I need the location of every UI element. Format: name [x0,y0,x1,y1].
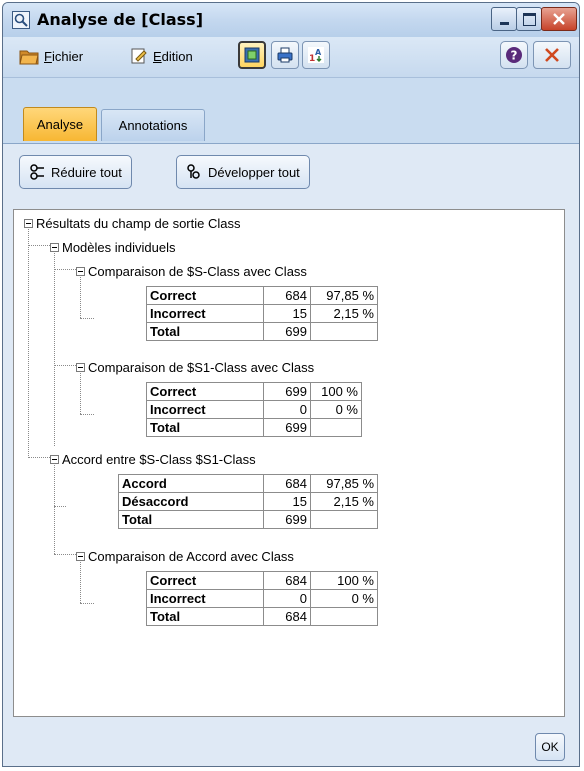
collapse-node-icon[interactable] [76,267,85,276]
tree-connector [54,554,76,555]
table-row: Incorrect 0 0 % [146,589,378,608]
maximize-icon [522,12,536,26]
command-row: Réduire tout Développer tout [11,151,571,199]
generate-button[interactable] [238,41,266,69]
close-icon [545,48,559,62]
agreement-table: Accord 684 97,85 % Désaccord 15 2,15 % Total… [118,474,378,529]
expand-all-button[interactable]: Développer tout [176,155,310,189]
comparison-s-table: Correct 684 97,85 % Incorrect 15 2,15 % Tota… [146,286,378,341]
tree-connector [28,226,29,458]
svg-text:A: A [315,48,322,57]
tab-analyse[interactable]: Analyse [23,107,97,141]
tree-connector [54,462,55,554]
menu-toolbar: Fichier Edition 1A ? [3,37,579,78]
comparison-accord-table: Correct 684 100 % Incorrect 0 0 % Total 684 [146,571,378,626]
folder-icon [19,50,39,65]
tree-node-root[interactable]: Résultats du champ de sortie Class [24,216,240,231]
tree-node-agreement[interactable]: Accord entre $S-Class $S1-Class [50,452,256,467]
tree-connector [80,559,81,603]
collapse-icon [30,164,44,180]
table-row: Accord 684 97,85 % [118,474,378,493]
ok-button[interactable]: OK [535,733,565,761]
tree-connector [80,603,94,604]
table-row: Total 684 [146,607,378,626]
table-row: Total 699 [118,510,378,529]
collapse-all-button[interactable]: Réduire tout [19,155,132,189]
tree-node-comparison-accord[interactable]: Comparaison de Accord avec Class [76,549,294,564]
table-row: Désaccord 15 2,15 % [118,492,378,511]
tree-node-individual[interactable]: Modèles individuels [50,240,175,255]
results-panel: Résultats du champ de sortie Class Modèl… [13,209,565,717]
minimize-button[interactable] [491,7,517,31]
collapse-node-icon[interactable] [24,219,33,228]
window-title: Analyse de [Class] [37,10,203,29]
table-row: Total 699 [146,322,378,341]
collapse-node-icon[interactable] [50,455,59,464]
maximize-button[interactable] [516,7,542,31]
collapse-node-icon[interactable] [76,552,85,561]
tree-connector [54,365,76,366]
table-row: Incorrect 15 2,15 % [146,304,378,323]
tree-connector [54,250,55,446]
generate-icon [244,47,260,63]
comparison-s1-table: Correct 699 100 % Incorrect 0 0 % Total 699 [146,382,362,437]
table-row: Correct 684 100 % [146,571,378,590]
table-row: Incorrect 0 0 % [146,400,362,419]
tree-connector [54,506,66,507]
collapse-node-icon[interactable] [50,243,59,252]
tab-bar: Analyse Annotations [3,77,579,143]
minimize-icon [499,21,509,25]
close-dialog-button[interactable] [533,41,571,69]
title-bar: Analyse de [Class] [3,3,579,37]
export-button[interactable]: 1A [302,41,330,69]
tab-annotations[interactable]: Annotations [101,109,205,141]
tree-connector [80,414,94,415]
print-icon [277,47,293,63]
edit-menu[interactable]: Edition [130,47,193,65]
help-button[interactable]: ? [500,41,528,69]
tree-connector [54,269,76,270]
tree-connector [80,318,94,319]
analysis-window: Analyse de [Class] Fichier Edition 1A ? … [2,2,580,767]
edit-icon [131,48,147,64]
table-row: Correct 684 97,85 % [146,286,378,305]
expand-icon [187,164,200,179]
tree-connector [28,245,50,246]
tree-connector [28,457,50,458]
export-icon: 1A [308,47,324,64]
table-row: Total 699 [146,418,362,437]
tree-node-comparison-s1[interactable]: Comparaison de $S1-Class avec Class [76,360,314,375]
tree-node-comparison-s[interactable]: Comparaison de $S-Class avec Class [76,264,307,279]
file-menu[interactable]: Fichier [19,47,83,65]
tree-connector [80,370,81,414]
help-icon: ? [506,47,522,63]
collapse-node-icon[interactable] [76,363,85,372]
print-button[interactable] [271,41,299,69]
analysis-icon [12,11,30,29]
tree-connector [80,274,81,318]
svg-text:?: ? [511,49,518,63]
table-row: Correct 699 100 % [146,382,362,401]
close-icon [553,13,565,25]
close-window-button[interactable] [541,7,577,31]
